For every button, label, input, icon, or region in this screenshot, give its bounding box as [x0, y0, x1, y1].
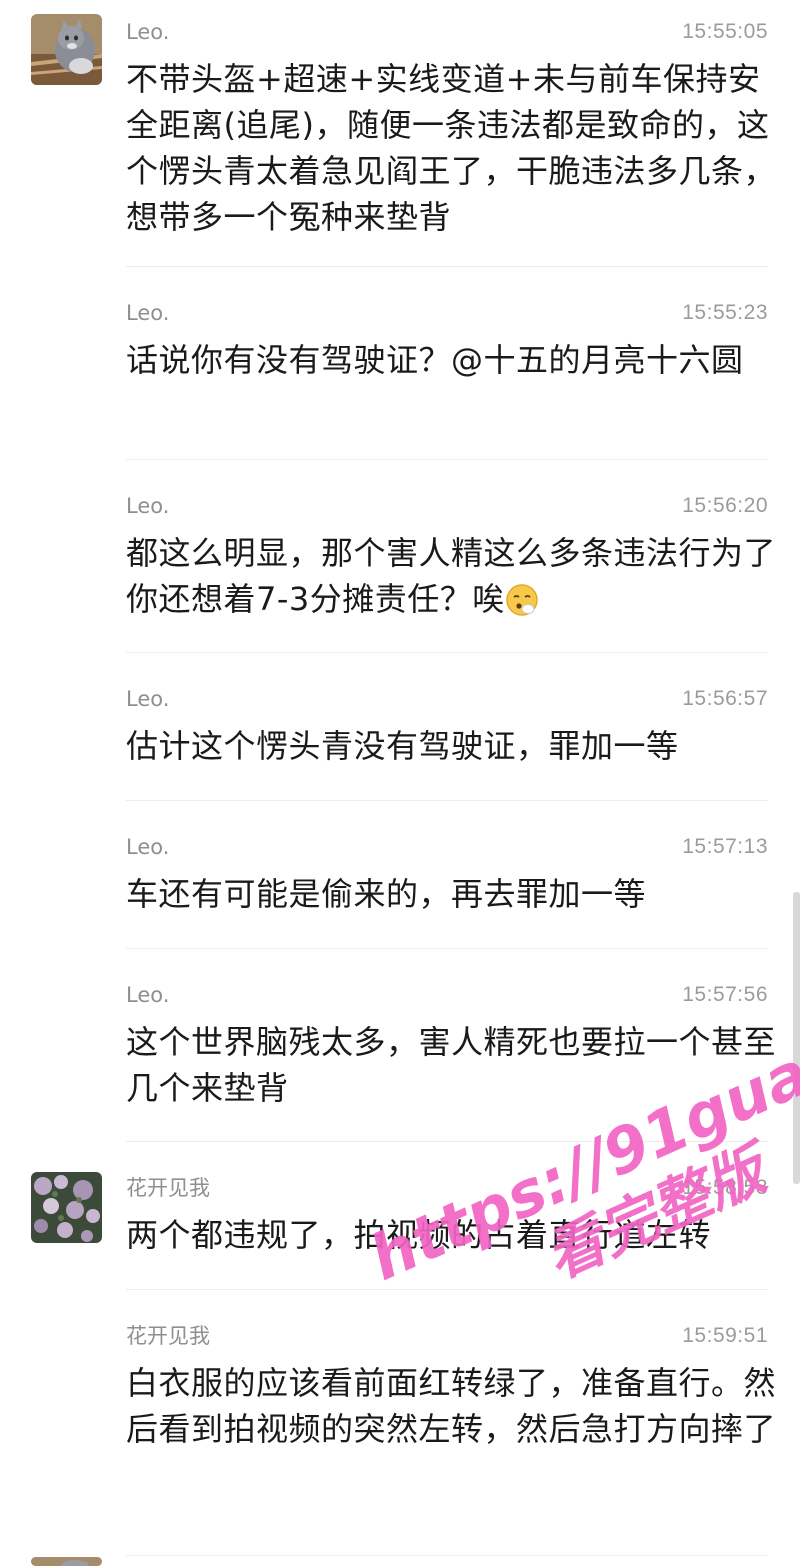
message-time: 15:56:20: [682, 494, 768, 517]
message-time: 15:58:53: [682, 1176, 768, 1199]
sender-name[interactable]: Leo.: [126, 494, 169, 518]
message-item[interactable]: Leo. 15:57:56 这个世界脑残太多，害人精死也要拉一个甚至几个来垫背: [0, 949, 800, 1142]
cat-avatar[interactable]: [31, 1557, 102, 1566]
cat-avatar[interactable]: [31, 14, 102, 85]
message-item[interactable]: [0, 1556, 800, 1566]
sender-name[interactable]: Leo.: [126, 301, 169, 325]
message-time: 15:59:51: [682, 1324, 768, 1347]
message-list[interactable]: Leo. 15:55:05 不带头盔+超速+实线变道+未与前车保持安全距离(追尾…: [0, 0, 800, 1566]
message-time: 15:55:05: [682, 20, 768, 43]
message-text-content: 都这么明显，那个害人精这么多条违法行为了你还想着7-3分摊责任？唉: [126, 534, 777, 618]
sender-name[interactable]: Leo.: [126, 687, 169, 711]
scrollbar[interactable]: [793, 892, 800, 1184]
sender-name[interactable]: 花开见我: [126, 1324, 210, 1348]
message-time: 15:56:57: [682, 687, 768, 710]
message-text: 这个世界脑残太多，害人精死也要拉一个甚至几个来垫背: [126, 1023, 777, 1107]
message-text: 车还有可能是偷来的，再去罪加一等: [126, 875, 647, 913]
message-item[interactable]: Leo. 15:56:20 都这么明显，那个害人精这么多条违法行为了你还想着7-…: [0, 460, 800, 653]
flower-avatar[interactable]: [31, 1172, 102, 1243]
message-item[interactable]: Leo. 15:57:13 车还有可能是偷来的，再去罪加一等: [0, 801, 800, 949]
message-time: 15:57:56: [682, 983, 768, 1006]
message-text: 估计这个愣头青没有驾驶证，罪加一等: [126, 727, 679, 765]
message-text: 不带头盔+超速+实线变道+未与前车保持安全距离(追尾)，随便一条违法都是致命的，…: [126, 60, 777, 236]
sender-name[interactable]: Leo.: [126, 835, 169, 859]
message-time: 15:57:13: [682, 835, 768, 858]
message-text: 白衣服的应该看前面红转绿了，准备直行。然后看到拍视频的突然左转，然后急打方向摔了: [126, 1364, 777, 1448]
message-text: 话说你有没有驾驶证？@十五的月亮十六圆: [126, 341, 744, 379]
message-time: 15:55:23: [682, 301, 768, 324]
sender-name[interactable]: Leo.: [126, 983, 169, 1007]
message-text: 两个都违规了，拍视频的占着直行道左转: [126, 1216, 712, 1254]
message-item[interactable]: Leo. 15:56:57 估计这个愣头青没有驾驶证，罪加一等: [0, 653, 800, 801]
message-item[interactable]: 花开见我 15:59:51 白衣服的应该看前面红转绿了，准备直行。然后看到拍视频…: [0, 1290, 800, 1556]
sender-name[interactable]: 花开见我: [126, 1176, 210, 1200]
sigh-face-emoji: [505, 583, 539, 617]
message-item[interactable]: Leo. 15:55:23 话说你有没有驾驶证？@十五的月亮十六圆: [0, 267, 800, 460]
message-item[interactable]: 花开见我 15:58:53 两个都违规了，拍视频的占着直行道左转: [0, 1142, 800, 1290]
sender-name[interactable]: Leo.: [126, 20, 169, 44]
message-item[interactable]: Leo. 15:55:05 不带头盔+超速+实线变道+未与前车保持安全距离(追尾…: [0, 0, 800, 267]
message-text: 都这么明显，那个害人精这么多条违法行为了你还想着7-3分摊责任？唉: [126, 530, 776, 622]
